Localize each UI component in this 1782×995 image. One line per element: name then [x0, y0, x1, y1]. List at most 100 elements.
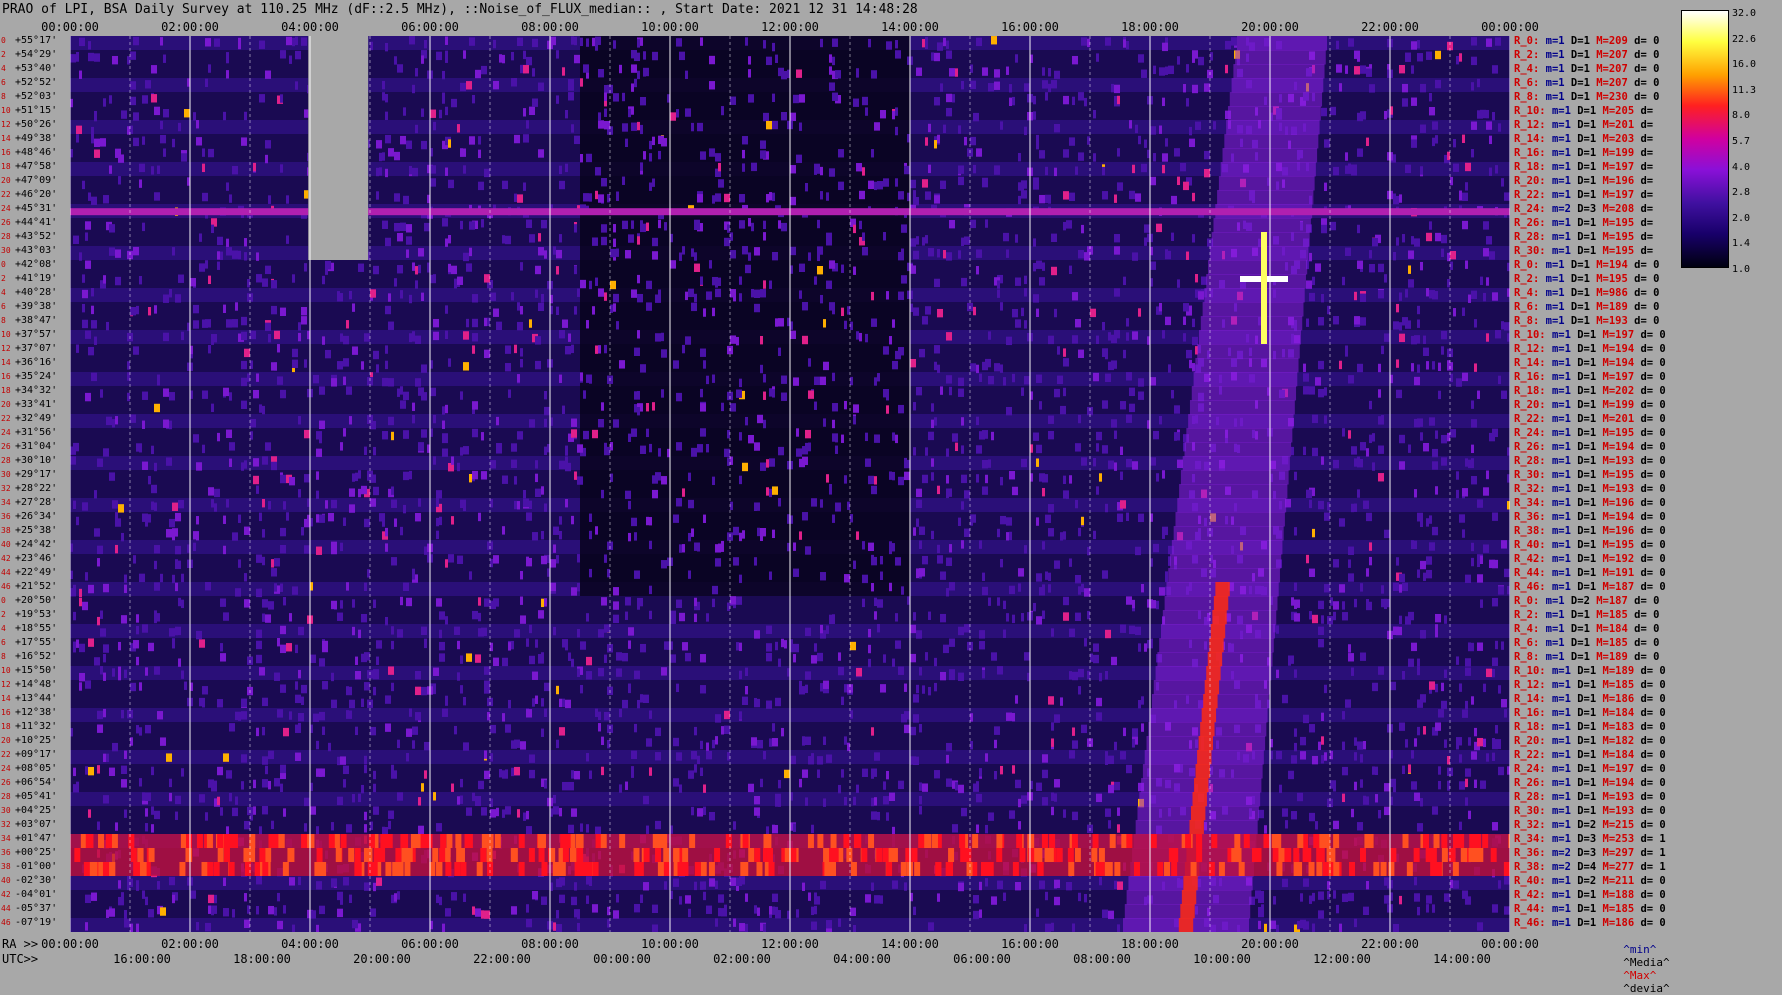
noise-cell: [973, 113, 979, 121]
noise-cell: [508, 389, 511, 397]
noise-cell: [604, 93, 607, 101]
noise-cell: [577, 911, 580, 919]
noise-cell: [523, 490, 526, 498]
bright-band-cell: [925, 834, 931, 848]
noise-cell: [1453, 164, 1459, 172]
bright-band-cell: [112, 834, 118, 848]
noise-cell: [721, 106, 724, 114]
noise-cell: [145, 793, 151, 801]
noise-cell: [376, 640, 382, 648]
noise-cell: [241, 137, 247, 145]
noise-cell: [1138, 54, 1144, 62]
noise-cell: [820, 499, 823, 507]
noise-cell: [82, 274, 85, 282]
noise-cell: [211, 337, 214, 345]
noise-cell: [274, 673, 280, 681]
noise-cell: [1183, 84, 1186, 92]
noise-cell: [1186, 252, 1189, 260]
noise-cell: [1114, 234, 1120, 242]
ray-number: 42: [1, 554, 11, 563]
ray-number: 16: [1, 148, 11, 157]
noise-cell: [91, 288, 94, 296]
noise-cell: [919, 724, 922, 732]
noise-cell: [1354, 458, 1357, 466]
noise-cell: [373, 447, 376, 455]
noise-cell: [598, 120, 604, 128]
noise-cell: [277, 344, 280, 352]
noise-cell: [1078, 893, 1081, 901]
noise-cell: [1318, 601, 1324, 609]
bright-band-cell: [1016, 834, 1022, 848]
noise-cell: [844, 684, 847, 692]
noise-cell: [946, 755, 949, 763]
noise-cell: [952, 824, 958, 832]
noise-cell: [1033, 96, 1036, 104]
noise-cell: [331, 500, 337, 508]
emission-track-core: [1199, 736, 1213, 751]
noise-cell: [445, 238, 448, 246]
noise-cell: [1102, 322, 1105, 330]
noise-cell: [1114, 782, 1120, 790]
ray-number: 10: [1, 666, 11, 675]
bright-band-cell: [1110, 834, 1116, 848]
noise-cell: [271, 462, 277, 470]
noise-cell: [769, 281, 772, 289]
noise-cell: [964, 490, 970, 498]
noise-cell: [652, 52, 658, 60]
noise-cell: [382, 81, 385, 89]
noise-cell: [445, 616, 448, 624]
bright-band-cell: [901, 862, 907, 876]
noise-cell: [928, 687, 931, 695]
noise-cell: [586, 671, 592, 679]
noise-cell: [481, 471, 487, 479]
noise-cell: [484, 750, 487, 758]
noise-cell: [829, 168, 835, 176]
noise-cell: [220, 807, 223, 815]
noise-cell: [1093, 531, 1096, 539]
noise-cell: [1501, 641, 1504, 649]
noise-cell: [1372, 462, 1375, 470]
noise-cell: [1309, 896, 1312, 904]
noise-cell: [130, 683, 136, 691]
noise-cell: [1306, 319, 1309, 327]
galactic-emission: [1179, 484, 1287, 499]
noise-cell: [82, 290, 88, 298]
ray-number: 8: [1, 652, 6, 661]
noise-cell: [1072, 56, 1078, 64]
noise-cell: [481, 66, 487, 74]
noise-cell: [412, 727, 418, 735]
noise-cell: [538, 247, 544, 255]
noise-cell: [1045, 892, 1048, 900]
bright-band-cell: [401, 848, 407, 862]
top-tick-label: 08:00:00: [521, 20, 579, 34]
noise-cell: [988, 598, 991, 606]
ray-number: 32: [1, 484, 11, 493]
noise-cell: [289, 613, 292, 621]
noise-cell: [934, 97, 940, 105]
noise-cell: [226, 430, 232, 438]
bright-band-cell: [316, 862, 322, 876]
noise-cell: [1036, 375, 1042, 383]
noise-cell: [688, 570, 691, 578]
noise-cell: [91, 127, 94, 135]
noise-cell: [400, 597, 403, 605]
noise-cell: [1483, 221, 1489, 229]
noise-cell: [151, 65, 157, 73]
noise-cell: [304, 263, 307, 271]
noise-cell: [640, 446, 646, 454]
noise-cell: [394, 223, 400, 231]
noise-cell: [94, 657, 100, 665]
noise-cell: [997, 289, 1000, 297]
noise-cell: [1042, 584, 1045, 592]
noise-cell: [1036, 458, 1039, 466]
noise-cell: [337, 361, 343, 369]
noise-cell: [853, 561, 856, 569]
noise-cell: [1270, 921, 1276, 929]
noise-cell: [130, 97, 136, 105]
noise-cell: [694, 614, 697, 622]
noise-cell: [1285, 820, 1288, 828]
noise-cell: [700, 151, 706, 159]
noise-cell: [910, 625, 916, 633]
ray-number: 30: [1, 470, 11, 479]
noise-cell: [853, 797, 856, 805]
